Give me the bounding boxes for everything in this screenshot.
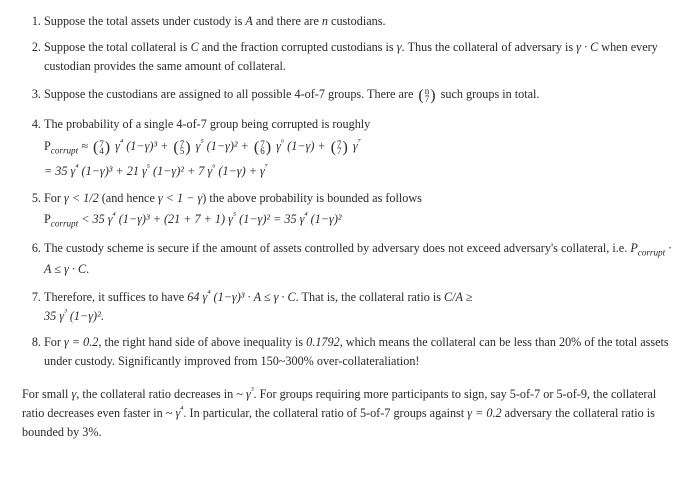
list-item-6: The custody scheme is secure if the amou… <box>44 239 678 278</box>
item-4-text: The probability of a single 4-of-7 group… <box>44 117 370 131</box>
formula-ratio-bound: 35 γ³ (1−γ)². <box>44 309 104 323</box>
item-3-text-a: Suppose the custodians are assigned to a… <box>44 87 416 101</box>
item-1-text: Suppose the total assets under custody i… <box>44 14 386 28</box>
list-item-2: Suppose the total collateral is C and th… <box>44 38 678 75</box>
item-4-formula-2: = 35 γ⁴ (1−γ)³ + 21 γ⁵ (1−γ)² + 7 γ⁶ (1−… <box>44 161 678 180</box>
list-item-8: For γ = 0.2, the right hand side of abov… <box>44 333 678 370</box>
list-item-7: Therefore, it suffices to have 64 γ⁴ (1−… <box>44 287 678 326</box>
binom-n-7: n7 <box>416 83 437 107</box>
list-item-4: The probability of a single 4-of-7 group… <box>44 115 678 181</box>
page: Suppose the total assets under custody i… <box>0 0 700 463</box>
list-item-1: Suppose the total assets under custody i… <box>44 12 678 30</box>
item-2-text: Suppose the total collateral is C and th… <box>44 40 658 72</box>
item-5-text: For γ < 1/2 (and hence γ < 1 − γ) the ab… <box>44 191 422 205</box>
list-item-3: Suppose the custodians are assigned to a… <box>44 83 678 107</box>
formula-pcorrupt-bound: Pcorrupt < 35 γ⁴ (1−γ)³ + (21 + 7 + 1) γ… <box>44 212 342 226</box>
numbered-list: Suppose the total assets under custody i… <box>22 12 678 370</box>
list-item-5: For γ < 1/2 (and hence γ < 1 − γ) the ab… <box>44 189 678 232</box>
item-8-text: For γ = 0.2, the right hand side of abov… <box>44 335 669 367</box>
item-5-formula: Pcorrupt < 35 γ⁴ (1−γ)³ + (21 + 7 + 1) γ… <box>44 209 678 231</box>
item-7-text-b: 35 γ³ (1−γ)². <box>44 306 678 325</box>
item-4-formula-1: Pcorrupt ≈ 74 γ⁴ (1−γ)³ + 75 γ⁵ (1−γ)² +… <box>44 135 678 159</box>
closing-note: For small γ, the collateral ratio decrea… <box>22 384 678 441</box>
binom-bot: 7 <box>425 96 430 104</box>
item-3-text-b: such groups in total. <box>441 87 540 101</box>
closing-note-text: For small γ, the collateral ratio decrea… <box>22 387 656 439</box>
formula-pcorrupt-numeric: = 35 γ⁴ (1−γ)³ + 21 γ⁵ (1−γ)² + 7 γ⁶ (1−… <box>44 164 268 178</box>
item-6-text: The custody scheme is secure if the amou… <box>44 241 671 276</box>
formula-pcorrupt-expand: Pcorrupt ≈ 74 γ⁴ (1−γ)³ + 75 γ⁵ (1−γ)² +… <box>44 139 361 153</box>
item-7-text-a: Therefore, it suffices to have 64 γ⁴ (1−… <box>44 290 473 304</box>
